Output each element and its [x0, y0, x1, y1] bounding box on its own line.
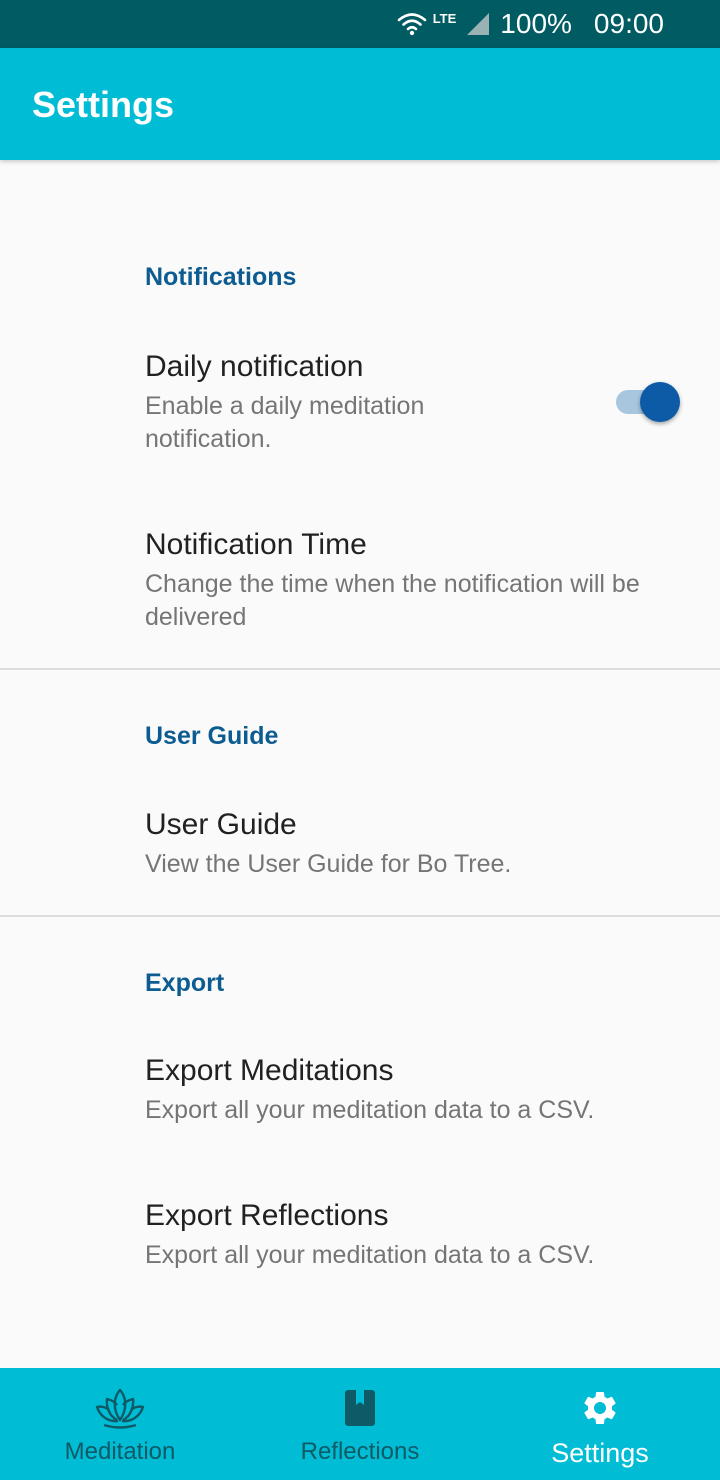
pref-title: Daily notification [145, 350, 364, 383]
pref-title: Export Reflections [145, 1199, 389, 1232]
wifi-icon [397, 12, 427, 36]
daily-notification-pref[interactable]: Daily notification Enable a daily medita… [0, 330, 720, 480]
pref-summary: Export all your meditation data to a CSV… [145, 1096, 595, 1124]
pref-summary: View the User Guide for Bo Tree. [145, 850, 512, 878]
nav-item-settings[interactable]: Settings [480, 1368, 720, 1480]
pref-title: Notification Time [145, 528, 367, 561]
nav-item-meditation[interactable]: Meditation [0, 1368, 240, 1480]
pref-title: User Guide [145, 808, 297, 841]
switch-thumb [640, 382, 680, 422]
pref-summary: Change the time when the notification wi… [145, 570, 640, 631]
section-header-notifications: Notifications [145, 263, 297, 291]
battery-percentage: 100% [500, 8, 572, 39]
signal-icon [466, 12, 490, 36]
page-title: Settings [32, 84, 175, 125]
section-header-export: Export [145, 969, 225, 997]
pref-summary: Enable a daily meditation notification. [145, 392, 425, 453]
notification-time-pref[interactable]: Notification Time Change the time when t… [0, 510, 720, 660]
divider [0, 668, 720, 670]
bottom-navigation: Meditation Reflections Settings [0, 1368, 720, 1480]
app-bar: Settings [0, 48, 720, 160]
status-icons: LTE 100% 09:00 [397, 8, 664, 40]
nav-label: Reflections [300, 1438, 420, 1465]
export-meditations-pref[interactable]: Export Meditations Export all your medit… [0, 1036, 720, 1156]
pref-title: Export Meditations [145, 1054, 394, 1087]
daily-notification-switch[interactable] [614, 380, 684, 424]
gear-icon [580, 1386, 620, 1430]
status-clock: 09:00 [593, 8, 664, 39]
settings-screen: LTE 100% 09:00 Settings Notifications Da… [0, 0, 720, 1480]
pref-summary: Export all your meditation data to a CSV… [145, 1241, 595, 1269]
export-reflections-pref[interactable]: Export Reflections Export all your medit… [0, 1181, 720, 1301]
nav-label: Meditation [64, 1438, 176, 1465]
nav-label: Settings [551, 1438, 649, 1468]
network-type-label: LTE [432, 10, 457, 26]
nav-item-reflections[interactable]: Reflections [240, 1368, 480, 1480]
section-header-user-guide: User Guide [145, 722, 279, 750]
user-guide-pref[interactable]: User Guide View the User Guide for Bo Tr… [0, 790, 720, 900]
divider [0, 915, 720, 917]
status-bar: LTE 100% 09:00 [0, 0, 720, 48]
book-icon [343, 1386, 377, 1430]
lotus-icon [94, 1386, 146, 1430]
